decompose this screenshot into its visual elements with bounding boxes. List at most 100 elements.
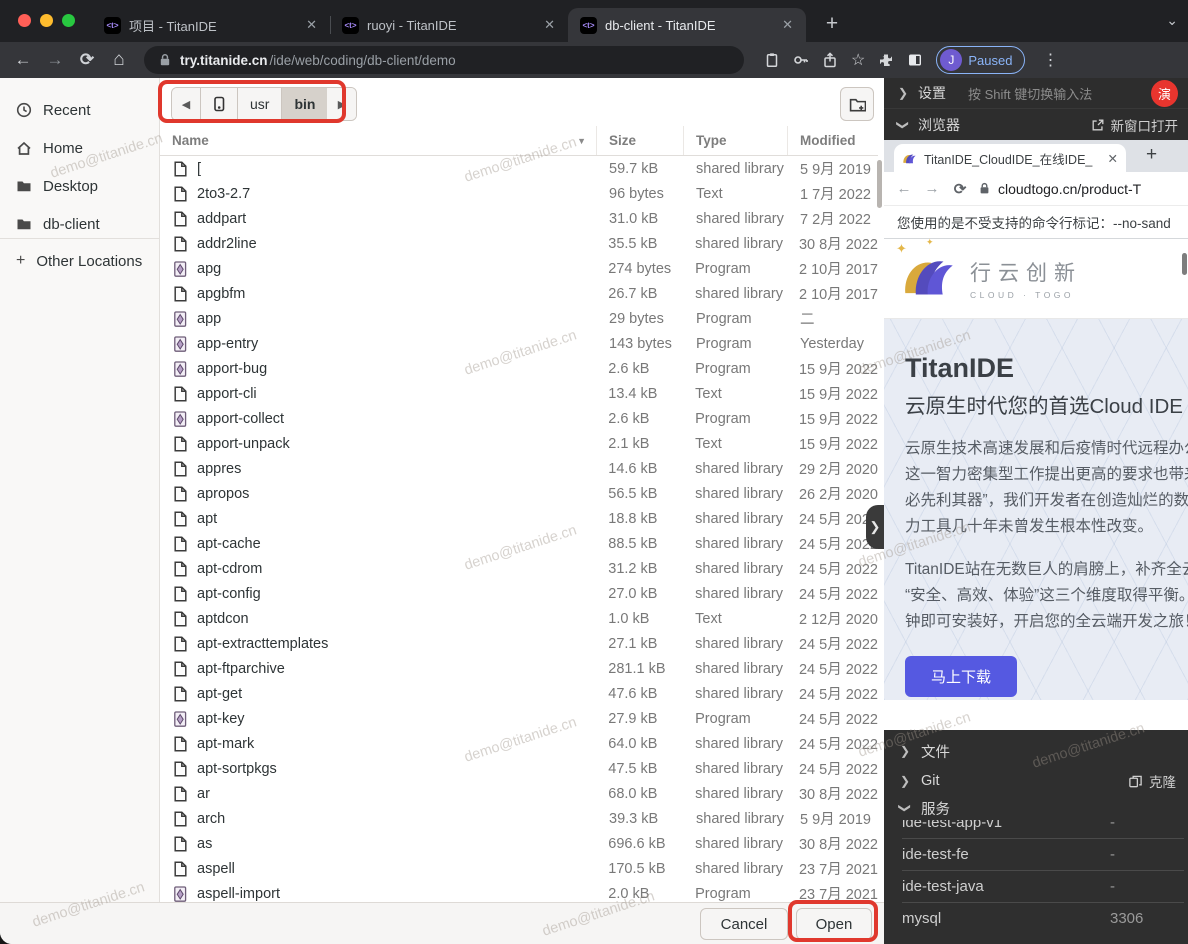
file-row[interactable]: apport-bug2.6 kBProgram15 9月 2022 [160,356,878,381]
service-row-ide-test-app-v1[interactable]: ide-test-app-v1- [902,820,1184,839]
tab-search-chevron-icon[interactable]: ⌄ [1166,12,1178,29]
file-name-cell: app [160,311,597,327]
file-row[interactable]: ar68.0 kBshared library30 8月 2022 [160,781,878,806]
file-row[interactable]: apt-mark64.0 kBshared library24 5月 2022 [160,731,878,756]
close-tab-icon[interactable]: ✕ [779,17,796,33]
file-row[interactable]: apt-ftparchive281.1 kBshared library24 5… [160,656,878,681]
service-row-ide-test-java[interactable]: ide-test-java- [902,870,1184,903]
document-file-icon [172,161,188,177]
service-row-ide-test-fe[interactable]: ide-test-fe- [902,838,1184,871]
file-row[interactable]: apt-key27.9 kBProgram24 5月 2022 [160,706,878,731]
file-list-scrollbar[interactable] [877,160,882,208]
file-row[interactable]: apg274 bytesProgram2 10月 2017 [160,256,878,281]
address-bar[interactable]: try.titanide.cn/ide/web/coding/db-client… [144,46,744,74]
file-row[interactable]: aptdcon1.0 kBText2 12月 2020 [160,606,878,631]
home-button[interactable]: ⌂ [106,49,132,71]
file-row[interactable]: app-entry143 bytesProgramYesterday [160,331,878,356]
sidebar-item-other-locations[interactable]: + Other Locations [0,243,159,279]
file-size: 281.1 kB [596,661,683,677]
browser-menu-icon[interactable]: ⋮ [1042,50,1058,70]
file-row[interactable]: [59.7 kBshared library5 9月 2019 [160,156,878,181]
services-list: ide-test-app-v1-ide-test-fe-ide-test-jav… [902,820,1184,944]
file-size: 696.6 kB [596,836,683,852]
panel-scrollbar[interactable] [1182,253,1187,275]
file-row[interactable]: as696.6 kBshared library30 8月 2022 [160,831,878,856]
file-row[interactable]: appres14.6 kBshared library29 2月 2020 [160,456,878,481]
file-modified: 23 7月 2021 [787,858,878,879]
document-file-icon [172,436,188,452]
back-button[interactable]: ← [10,50,36,70]
mini-reload-button[interactable]: ⟳ [950,180,970,198]
file-name-cell: as [160,836,596,852]
file-row[interactable]: 2to3-2.796 bytesText1 7月 2022 [160,181,878,206]
panel-expander-handle[interactable]: ❯ [866,505,884,549]
file-type: Program [683,361,787,377]
file-row[interactable]: app29 bytesProgram二 [160,306,878,331]
git-clone-button[interactable]: 克隆 [1128,771,1176,791]
browser-tab[interactable]: <t>ruoyi - TitanIDE✕ [330,8,568,42]
file-row[interactable]: apport-cli13.4 kBText15 9月 2022 [160,381,878,406]
file-row[interactable]: apt-get47.6 kBshared library24 5月 2022 [160,681,878,706]
close-tab-icon[interactable]: ✕ [303,17,320,33]
file-row[interactable]: apt-cdrom31.2 kBshared library24 5月 2022 [160,556,878,581]
forward-button[interactable]: → [42,50,68,70]
window-controls[interactable] [18,14,75,27]
clipboard-icon[interactable] [764,52,780,68]
file-row[interactable]: apt18.8 kBshared library24 5月 2022 [160,506,878,531]
services-section-row[interactable]: ❯ 服务 [884,796,1188,820]
open-new-window-button[interactable]: 新窗口打开 [1091,115,1179,135]
git-section-row[interactable]: ❯ Git 克隆 [884,766,1188,796]
password-key-icon[interactable] [793,52,809,68]
sidebar-item-home[interactable]: Home [0,130,159,166]
browser-tab[interactable]: <t>项目 - TitanIDE✕ [92,8,330,42]
file-row[interactable]: aspell170.5 kBshared library23 7月 2021 [160,856,878,881]
file-row[interactable]: apt-extracttemplates27.1 kBshared librar… [160,631,878,656]
minimize-window-button[interactable] [40,14,53,27]
file-row[interactable]: addpart31.0 kBshared library7 2月 2022 [160,206,878,231]
browser-section-row[interactable]: ❯ 浏览器 新窗口打开 [884,109,1188,140]
file-row[interactable]: aspell-import2.0 kBProgram23 7月 2021 [160,881,878,902]
extensions-puzzle-icon[interactable] [878,52,894,68]
cancel-button[interactable]: Cancel [700,908,788,940]
side-panel-icon[interactable] [907,52,923,68]
sidebar-item-db-client[interactable]: db-client [0,206,159,242]
close-tab-icon[interactable]: ✕ [1108,151,1118,166]
file-modified: 24 5月 2022 [787,583,878,604]
file-row[interactable]: apt-cache88.5 kBshared library24 5月 2022 [160,531,878,556]
file-row[interactable]: apport-collect2.6 kBProgram15 9月 2022 [160,406,878,431]
maximize-window-button[interactable] [62,14,75,27]
sidebar-item-recent[interactable]: Recent [0,92,159,128]
bookmark-star-icon[interactable]: ☆ [851,50,865,70]
browser-tab[interactable]: <t>db-client - TitanIDE✕ [568,8,806,42]
file-row[interactable]: addr2line35.5 kBshared library30 8月 2022 [160,231,878,256]
sidebar-item-desktop[interactable]: Desktop [0,168,159,204]
mini-new-tab-button[interactable]: + [1146,144,1157,166]
mini-browser-tab[interactable]: TitanIDE_CloudIDE_在线IDE_ ✕ [894,144,1126,172]
mini-address-bar[interactable]: cloudtogo.cn/product-T [978,181,1141,197]
column-header-modified[interactable]: Modified [788,126,878,155]
download-now-button[interactable]: 马上下载 [905,656,1017,697]
close-tab-icon[interactable]: ✕ [541,17,558,33]
file-row[interactable]: arch39.3 kBshared library5 9月 2019 [160,806,878,831]
close-window-button[interactable] [18,14,31,27]
column-header-type[interactable]: Type [684,126,788,155]
mini-forward-button[interactable]: → [922,180,942,197]
column-header-name[interactable]: Name ▼ [160,126,597,155]
file-row[interactable]: apropos56.5 kBshared library26 2月 2020 [160,481,878,506]
file-name-cell: arch [160,811,597,827]
mini-back-button[interactable]: ← [894,180,914,197]
file-row[interactable]: apgbfm26.7 kBshared library2 10月 2017 [160,281,878,306]
file-list: [59.7 kBshared library5 9月 20192to3-2.79… [160,156,878,902]
file-row[interactable]: apport-unpack2.1 kBText15 9月 2022 [160,431,878,456]
new-tab-button[interactable]: + [818,10,846,38]
files-section-row[interactable]: ❯ 文件 [884,736,1188,766]
file-row[interactable]: apt-sortpkgs47.5 kBshared library24 5月 2… [160,756,878,781]
new-folder-button[interactable] [840,87,874,121]
service-row-mysql[interactable]: mysql3306 [902,902,1184,935]
reload-button[interactable]: ⟳ [74,50,100,70]
column-header-size[interactable]: Size [597,126,684,155]
file-row[interactable]: apt-config27.0 kBshared library24 5月 202… [160,581,878,606]
settings-section-row[interactable]: ❯ 设置 按 Shift 键切换输入法 演 [884,78,1188,109]
profile-paused-badge[interactable]: J Paused [936,46,1025,74]
share-icon[interactable] [822,52,838,68]
